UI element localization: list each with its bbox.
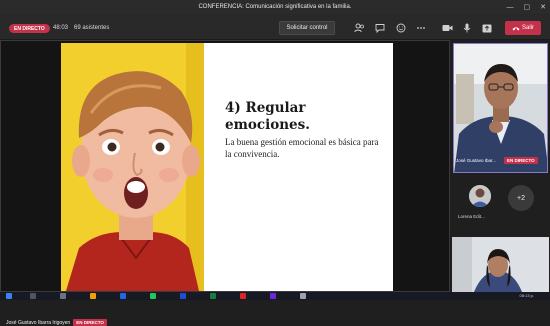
chat-icon[interactable] [374,22,386,34]
taskbar-clock: 08:13 p. [519,293,534,298]
window-title-bar: CONFERENCIA: Comunicación significativa … [0,0,550,14]
attendee-count: 69 asistentes [74,25,110,31]
leave-button[interactable]: Salir [505,21,541,35]
participant-video-tile[interactable] [452,237,549,292]
presenter-name: José Gustavo Ibarra Irigoyen [6,319,71,326]
featured-live-badge: EN DIRECTO [504,157,538,164]
featured-participant-video[interactable] [453,43,548,173]
edge-icon[interactable] [120,293,126,299]
meeting-toolbar: EN DIRECTO 48:03 69 asistentes Solicitar… [0,14,550,40]
file-explorer-icon[interactable] [90,293,96,299]
close-icon[interactable]: ✕ [540,3,546,11]
app-icon[interactable] [300,293,306,299]
presentation-slide: 4) Regular emociones. La buena gestión e… [61,43,393,291]
window-controls: — ▢ ✕ [507,0,547,14]
teams-icon[interactable] [270,293,276,299]
meeting-timer: 48:03 [53,25,69,31]
request-control-button[interactable]: Solicitar control [279,21,335,35]
presenter-name-tag: José Gustavo Ibarra Irigoyen EN DIRECTO [6,319,107,326]
camera-icon[interactable] [441,22,453,34]
participants-panel: José Gustavo Ibar... EN DIRECTO Lorena E… [452,40,550,292]
participant-name: Lorena Edit... [458,214,485,219]
powerpoint-icon[interactable] [240,293,246,299]
os-taskbar: 08:13 p. [0,292,550,300]
chrome-icon[interactable] [150,293,156,299]
more-participants-button[interactable]: +2 [508,185,534,211]
phone-icon [512,26,520,30]
minimize-icon[interactable]: — [507,4,514,11]
slide-photo [61,43,204,291]
mic-icon[interactable] [461,22,473,34]
excel-icon[interactable] [210,293,216,299]
slide-title: 4) Regular emociones. [225,100,310,133]
featured-participant-name: José Gustavo Ibar... [456,158,497,163]
slide-body-text: La buena gestión emocional es básica par… [225,137,379,159]
task-view-icon[interactable] [60,293,66,299]
participant-avatar[interactable] [469,185,491,207]
presenter-live-badge: EN DIRECTO [73,319,107,326]
leave-label: Salir [521,25,534,31]
maximize-icon[interactable]: ▢ [524,3,531,11]
reactions-icon[interactable] [395,22,407,34]
window-title: CONFERENCIA: Comunicación significativa … [198,4,352,10]
people-icon[interactable] [353,22,365,34]
search-icon[interactable] [30,293,36,299]
more-icon[interactable] [415,22,427,34]
share-icon[interactable] [481,22,493,34]
shared-screen-stage: 4) Regular emociones. La buena gestión e… [0,40,450,326]
start-icon[interactable] [6,293,12,299]
live-badge: EN DIRECTO [9,24,50,33]
word-icon[interactable] [180,293,186,299]
